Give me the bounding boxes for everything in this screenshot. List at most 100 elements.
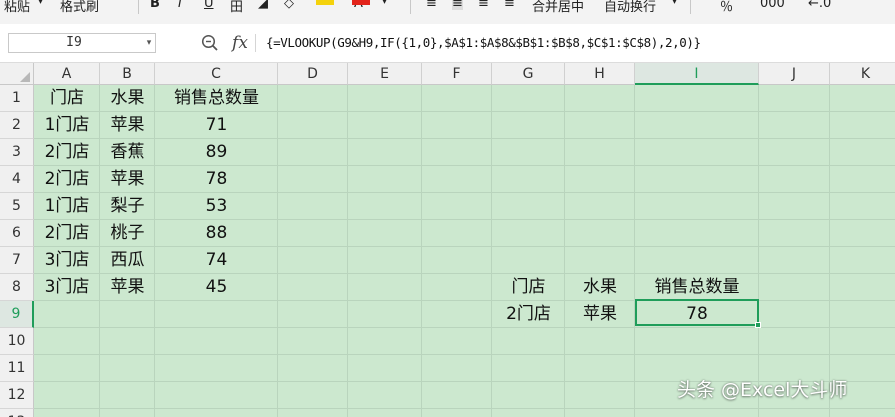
format-painter-button[interactable]: 格式刷 xyxy=(60,0,99,15)
gridline xyxy=(34,408,895,409)
name-box[interactable]: I9 ▾ xyxy=(8,33,156,53)
cell-g9[interactable]: 2门店 xyxy=(492,301,565,328)
cell-g8[interactable]: 门店 xyxy=(492,274,565,301)
highlight-color-swatch[interactable] xyxy=(316,0,334,5)
border-button[interactable]: 田 xyxy=(230,0,243,15)
row-header-13[interactable]: 13 xyxy=(0,409,34,417)
watermark: 头条 @Excel大斗师 xyxy=(677,379,848,401)
cell-b4[interactable]: 苹果 xyxy=(100,166,155,193)
cell-a2[interactable]: 1门店 xyxy=(34,112,100,139)
cell-a1[interactable]: 门店 xyxy=(34,85,100,112)
corner-triangle-icon xyxy=(20,72,30,82)
thousands-button[interactable]: 000 xyxy=(760,0,785,11)
fill-bucket-icon[interactable]: ◢ xyxy=(258,0,268,11)
cell-b6[interactable]: 桃子 xyxy=(100,220,155,247)
eraser-icon[interactable]: ◇ xyxy=(284,0,294,11)
formula-divider xyxy=(255,34,256,52)
underline-button[interactable]: U xyxy=(204,0,214,11)
row-header-10[interactable]: 10 xyxy=(0,328,34,355)
cell-c1[interactable]: 销售总数量 xyxy=(155,85,278,112)
font-color-dropdown-icon[interactable]: ▾ xyxy=(382,0,387,10)
percent-button[interactable]: ％ xyxy=(720,0,733,15)
cell-c8[interactable]: 45 xyxy=(155,274,278,301)
row-header-1[interactable]: 1 xyxy=(0,85,34,112)
font-color-swatch[interactable] xyxy=(352,0,370,5)
align-right-button[interactable]: ≡ xyxy=(478,0,489,11)
column-header-g[interactable]: G xyxy=(492,63,565,85)
toolbar-divider xyxy=(690,0,691,14)
cell-i9-value[interactable]: 78 xyxy=(635,301,759,328)
toolbar-divider xyxy=(138,0,139,14)
row-header-4[interactable]: 4 xyxy=(0,166,34,193)
row-header-2[interactable]: 2 xyxy=(0,112,34,139)
row-header-7[interactable]: 7 xyxy=(0,247,34,274)
chevron-down-icon[interactable]: ▾ xyxy=(143,34,155,52)
column-header-h[interactable]: H xyxy=(565,63,635,85)
spreadsheet-grid[interactable]: A B C D E F G H I J K 1 2 3 4 5 6 7 8 9 … xyxy=(0,63,895,417)
cell-c6[interactable]: 88 xyxy=(155,220,278,247)
row-header-8[interactable]: 8 xyxy=(0,274,34,301)
gridline xyxy=(758,85,759,417)
row-header-9[interactable]: 9 xyxy=(0,301,34,328)
column-header-i[interactable]: I xyxy=(635,63,759,85)
gridline xyxy=(829,85,830,417)
cell-i8[interactable]: 销售总数量 xyxy=(635,274,759,301)
cell-c5[interactable]: 53 xyxy=(155,193,278,220)
ribbon-toolbar: 粘贴 ▾ 格式刷 B I U 田 ◢ ◇ A ▾ ≡ ≡ ≡ ≡ 合并居中 自动… xyxy=(0,0,895,25)
gridline xyxy=(421,85,422,417)
wrap-text-button[interactable]: 自动换行 xyxy=(604,0,656,15)
name-box-value[interactable]: I9 xyxy=(9,34,139,52)
justify-button[interactable]: ≡ xyxy=(504,0,515,11)
gridline xyxy=(34,327,895,328)
column-header-f[interactable]: F xyxy=(422,63,492,85)
cell-a8[interactable]: 3门店 xyxy=(34,274,100,301)
cell-a3[interactable]: 2门店 xyxy=(34,139,100,166)
column-header-c[interactable]: C xyxy=(155,63,278,85)
row-header-3[interactable]: 3 xyxy=(0,139,34,166)
gridline xyxy=(347,85,348,417)
merge-center-button[interactable]: 合并居中 xyxy=(532,0,584,15)
cell-a5[interactable]: 1门店 xyxy=(34,193,100,220)
cell-c3[interactable]: 89 xyxy=(155,139,278,166)
italic-button[interactable]: I xyxy=(178,0,182,11)
column-header-d[interactable]: D xyxy=(278,63,348,85)
paste-button[interactable]: 粘贴 xyxy=(4,0,30,15)
cell-b3[interactable]: 香蕉 xyxy=(100,139,155,166)
zoom-search-icon[interactable] xyxy=(200,33,220,53)
cell-a7[interactable]: 3门店 xyxy=(34,247,100,274)
cell-c7[interactable]: 74 xyxy=(155,247,278,274)
gridline xyxy=(34,354,895,355)
gridline xyxy=(564,85,565,417)
cell-b1[interactable]: 水果 xyxy=(100,85,155,112)
cell-a6[interactable]: 2门店 xyxy=(34,220,100,247)
cell-b7[interactable]: 西瓜 xyxy=(100,247,155,274)
toolbar-divider xyxy=(410,0,411,14)
align-center-button[interactable]: ≡ xyxy=(452,0,463,11)
column-header-e[interactable]: E xyxy=(348,63,422,85)
column-header-a[interactable]: A xyxy=(34,63,100,85)
row-header-11[interactable]: 11 xyxy=(0,355,34,382)
cell-h8[interactable]: 水果 xyxy=(565,274,635,301)
align-left-button[interactable]: ≡ xyxy=(426,0,437,11)
cell-c4[interactable]: 78 xyxy=(155,166,278,193)
column-header-j[interactable]: J xyxy=(759,63,830,85)
gridline xyxy=(491,85,492,417)
column-header-k[interactable]: K xyxy=(830,63,895,85)
cell-c2[interactable]: 71 xyxy=(155,112,278,139)
row-header-6[interactable]: 6 xyxy=(0,220,34,247)
cell-b2[interactable]: 苹果 xyxy=(100,112,155,139)
formula-input[interactable]: {=VLOOKUP(G9&H9,IF({1,0},$A$1:$A$8&$B$1:… xyxy=(266,32,701,54)
cell-a4[interactable]: 2门店 xyxy=(34,166,100,193)
paste-dropdown-icon[interactable]: ▾ xyxy=(38,0,43,10)
select-all-corner[interactable] xyxy=(0,63,34,85)
bold-button[interactable]: B xyxy=(150,0,160,11)
row-header-5[interactable]: 5 xyxy=(0,193,34,220)
wrap-dropdown-icon[interactable]: ▾ xyxy=(672,0,677,10)
insert-function-icon[interactable]: fx xyxy=(229,32,251,54)
column-header-b[interactable]: B xyxy=(100,63,155,85)
decrease-decimal-button[interactable]: ←.0 xyxy=(808,0,831,11)
cell-h9[interactable]: 苹果 xyxy=(565,301,635,328)
row-header-12[interactable]: 12 xyxy=(0,382,34,409)
cell-b8[interactable]: 苹果 xyxy=(100,274,155,301)
cell-b5[interactable]: 梨子 xyxy=(100,193,155,220)
